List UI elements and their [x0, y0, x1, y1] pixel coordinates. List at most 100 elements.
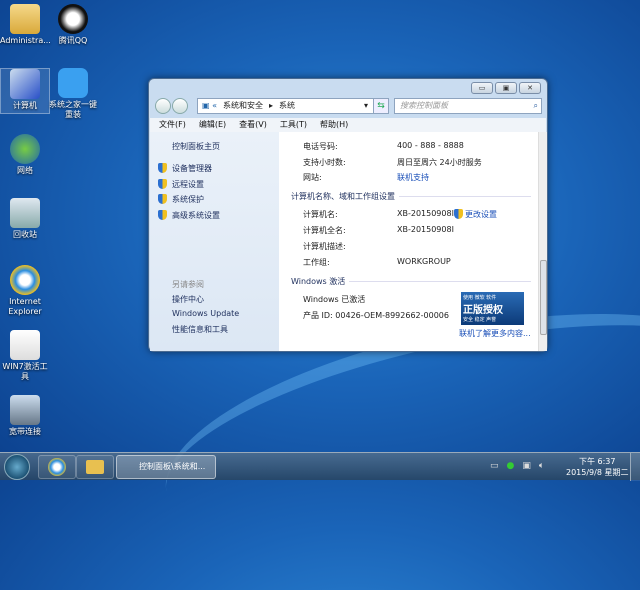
dropdown-arrow-icon[interactable]: ▾: [364, 99, 368, 113]
desktop-icon-reinstall[interactable]: 系统之家一键重装: [48, 68, 98, 120]
icon-label: 回收站: [13, 230, 37, 239]
learn-more-link[interactable]: 联机了解更多内容...: [459, 328, 531, 339]
search-icon[interactable]: ⌕: [534, 99, 538, 113]
task-label: 控制面板\系统和...: [139, 462, 206, 471]
section-title: Windows 激活: [291, 277, 346, 286]
forward-button[interactable]: [172, 98, 188, 114]
menu-file[interactable]: 文件(F): [159, 118, 186, 132]
icon-label: Internet Explorer: [8, 297, 42, 316]
refresh-button[interactable]: ⇆: [373, 98, 389, 114]
shield-icon: [158, 163, 167, 173]
minimize-button[interactable]: ▭: [471, 82, 493, 94]
icon-label: 计算机: [13, 101, 37, 110]
menu-edit[interactable]: 编辑(E): [199, 118, 226, 132]
clock-time: 下午 6:37: [578, 457, 616, 466]
taskbar: 控制面板\系统和... ▭ ● ▣ 🔈︎ 下午 6:37 2015/9/8 星期二: [0, 452, 640, 481]
search-input[interactable]: 搜索控制面板 ⌕: [394, 98, 542, 114]
reinstall-icon: [58, 68, 88, 98]
description-label: 计算机描述:: [303, 242, 346, 251]
back-button[interactable]: [155, 98, 171, 114]
menu-bar: 文件(F) 编辑(E) 查看(V) 工具(T) 帮助(H): [150, 118, 546, 132]
icon-label: Administra...: [0, 36, 51, 45]
desktop-icon-qq[interactable]: 腾讯QQ: [48, 4, 98, 46]
window-controls: ▭ ▣ ✕: [471, 82, 541, 94]
phone-label: 电话号码:: [303, 142, 338, 151]
website-label: 网站:: [303, 173, 322, 182]
desktop-icon-ie[interactable]: Internet Explorer: [0, 265, 50, 317]
computer-name-section: 计算机名称、域和工作组设置: [291, 191, 531, 202]
icon-label: 宽带连接: [9, 427, 41, 436]
desktop-icon-computer[interactable]: 计算机: [0, 68, 50, 114]
start-button[interactable]: [4, 454, 30, 480]
taskbar-task-control-panel[interactable]: 控制面板\系统和...: [116, 455, 216, 479]
hours-value: 周日至周六 24小时服务: [397, 158, 482, 167]
see-also-heading: 另请参阅: [172, 280, 204, 289]
broadband-icon: [10, 395, 40, 425]
performance-tools-link[interactable]: 性能信息和工具: [172, 324, 228, 335]
shield-icon: [158, 179, 167, 189]
shield-icon: [454, 209, 463, 219]
icon-label: WIN7激活工具: [2, 362, 48, 381]
desktop-icon-administrator[interactable]: Administra...: [0, 4, 51, 46]
control-panel-home-link[interactable]: 控制面板主页: [172, 141, 220, 152]
qq-penguin-icon: [58, 4, 88, 34]
action-center-link[interactable]: 操作中心: [172, 294, 204, 305]
section-title: 计算机名称、域和工作组设置: [291, 192, 395, 201]
full-name-value: XB-20150908I: [397, 225, 454, 234]
close-button[interactable]: ✕: [519, 82, 541, 94]
system-tray: ▭ ● ▣ 🔈︎: [490, 461, 544, 471]
icon-label: 腾讯QQ: [58, 36, 88, 45]
online-support-link[interactable]: 联机支持: [397, 172, 429, 183]
address-bar[interactable]: ▣ « 系统和安全 ▸ 系统 ▾: [197, 98, 387, 114]
advanced-settings-link[interactable]: 高级系统设置: [172, 210, 220, 221]
system-window: ▭ ▣ ✕ ▣ « 系统和安全 ▸ 系统 ▾ ⇆ 搜索控制面板 ⌕ 文件(F) 编辑(E)…: [148, 78, 548, 352]
full-name-label: 计算机全名:: [303, 226, 346, 235]
desktop-icon-recycle-bin[interactable]: 回收站: [0, 198, 50, 240]
desktop-icon-broadband[interactable]: 宽带连接: [0, 395, 50, 437]
show-desktop-button[interactable]: [630, 453, 640, 481]
workgroup-label: 工作组:: [303, 258, 330, 267]
workgroup-value: WORKGROUP: [397, 257, 451, 266]
desktop-icon-activation-tool[interactable]: WIN7激活工具: [0, 330, 50, 382]
badge-main-text: 正版授权: [463, 305, 503, 316]
menu-view[interactable]: 查看(V): [239, 118, 267, 132]
desktop-icon-network[interactable]: 网络: [0, 134, 50, 176]
device-manager-link[interactable]: 设备管理器: [172, 163, 212, 174]
hours-label: 支持小时数:: [303, 158, 346, 167]
computer-icon: [10, 69, 40, 99]
icon-label: 系统之家一键重装: [49, 100, 97, 119]
scrollbar-thumb[interactable]: [540, 260, 547, 335]
left-pane: 控制面板主页 设备管理器 远程设置 系统保护 高级系统设置 另请参阅 操作中心 …: [150, 132, 279, 351]
computer-name-label: 计算机名:: [303, 210, 338, 219]
folder-icon: [86, 460, 104, 474]
remote-settings-link[interactable]: 远程设置: [172, 179, 204, 190]
shield-icon: [158, 210, 167, 220]
menu-help[interactable]: 帮助(H): [320, 118, 348, 132]
activation-tool-icon: [10, 330, 40, 360]
shield-icon: [158, 194, 167, 204]
change-settings-link[interactable]: 更改设置: [465, 209, 497, 220]
nav-buttons: [155, 98, 188, 114]
maximize-button[interactable]: ▣: [495, 82, 517, 94]
breadcrumb-item[interactable]: 系统: [279, 99, 295, 113]
phone-value: 400 - 888 - 8888: [397, 141, 464, 150]
breadcrumb-item[interactable]: 系统和安全: [223, 99, 263, 113]
ie-icon: [48, 458, 66, 476]
clock-date: 2015/9/8 星期二: [566, 468, 629, 477]
system-protection-link[interactable]: 系统保护: [172, 194, 204, 205]
network-tray-icon[interactable]: ▣: [522, 461, 531, 471]
taskbar-ie-button[interactable]: [38, 455, 76, 479]
vertical-scrollbar[interactable]: [538, 132, 547, 351]
control-panel-icon: ▣ «: [202, 101, 217, 110]
taskbar-explorer-button[interactable]: [76, 455, 114, 479]
recycle-bin-icon: [10, 198, 40, 228]
clock[interactable]: 下午 6:37 2015/9/8 星期二: [566, 456, 628, 478]
action-center-icon[interactable]: ●: [507, 461, 515, 471]
keyboard-icon[interactable]: ▭: [490, 461, 499, 471]
windows-update-link[interactable]: Windows Update: [172, 309, 239, 318]
search-placeholder: 搜索控制面板: [400, 101, 448, 110]
computer-name-value: XB-20150908I: [397, 209, 454, 218]
main-pane: 电话号码: 400 - 888 - 8888 支持小时数: 周日至周六 24小时…: [279, 132, 538, 351]
menu-tools[interactable]: 工具(T): [280, 118, 307, 132]
volume-icon[interactable]: 🔈︎: [539, 461, 544, 471]
